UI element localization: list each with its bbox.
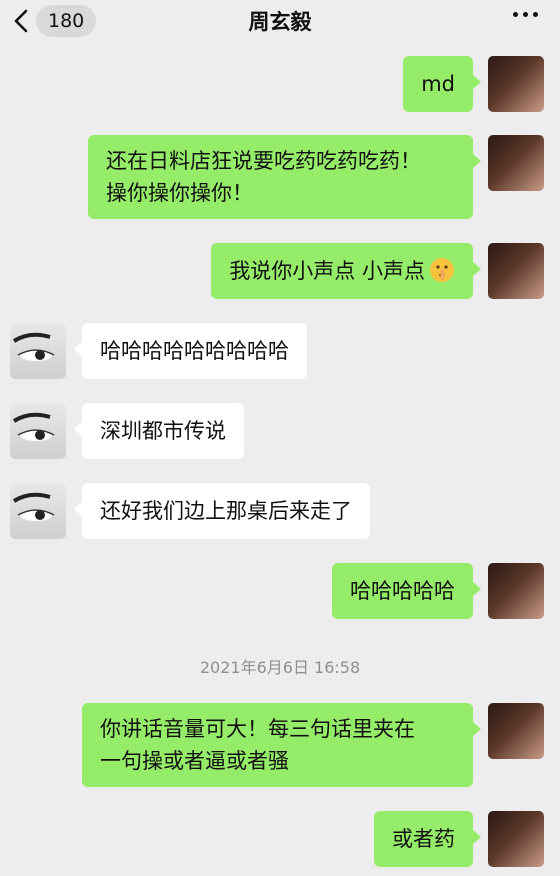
- message-text: 你讲话音量可大！每三句话里夹在: [100, 717, 415, 741]
- message-text: 深圳都市传说: [100, 419, 226, 443]
- avatar[interactable]: [488, 135, 544, 191]
- message-text: 一句操或者逼或者骚: [100, 749, 289, 773]
- timestamp: 2021年6月6日 16:58: [199, 658, 361, 677]
- avatar[interactable]: [10, 483, 66, 539]
- message-text: md: [421, 72, 455, 96]
- avatar[interactable]: [488, 243, 544, 299]
- message-text: 还好我们边上那桌后来走了: [100, 499, 352, 523]
- avatar[interactable]: [488, 811, 544, 867]
- chat-header: 180 周玄毅: [0, 0, 560, 46]
- avatar[interactable]: [10, 403, 66, 459]
- message-bubble[interactable]: 深圳都市传说: [74, 403, 244, 459]
- message-bubble[interactable]: 哈哈哈哈哈哈哈哈哈: [74, 323, 307, 379]
- message-bubble[interactable]: 你讲话音量可大！每三句话里夹在 一句操或者逼或者骚: [82, 703, 481, 787]
- message-text: 或者药: [392, 827, 455, 851]
- eye-icon: [12, 332, 55, 361]
- avatar[interactable]: [488, 563, 544, 619]
- message-bubble[interactable]: 哈哈哈哈哈: [332, 563, 481, 619]
- eye-icon: [12, 412, 55, 441]
- message-text: 哈哈哈哈哈哈哈哈哈: [100, 339, 289, 363]
- shushing-face-icon: [430, 258, 454, 282]
- eye-icon: [12, 492, 55, 521]
- message-text: 还在日料店狂说要吃药吃药吃药！: [106, 149, 421, 173]
- avatar[interactable]: [488, 703, 544, 759]
- message-text: 我说你小声点 小声点: [229, 259, 425, 283]
- message-bubble[interactable]: 或者药: [374, 811, 481, 867]
- dot-icon: [523, 12, 528, 17]
- chat-title: 周玄毅: [248, 10, 312, 34]
- message-text: 操你操你操你！: [106, 181, 253, 205]
- message-bubble[interactable]: 我说你小声点 小声点: [211, 243, 481, 299]
- message-bubble[interactable]: 还好我们边上那桌后来走了: [74, 483, 370, 539]
- message-text: 哈哈哈哈哈: [350, 579, 455, 603]
- message-bubble[interactable]: 还在日料店狂说要吃药吃药吃药！ 操你操你操你！: [88, 135, 481, 219]
- more-options-button[interactable]: [513, 12, 538, 17]
- dot-icon: [513, 12, 518, 17]
- dot-icon: [533, 12, 538, 17]
- avatar[interactable]: [488, 56, 544, 112]
- message-bubble[interactable]: md: [403, 56, 481, 112]
- avatar[interactable]: [10, 323, 66, 379]
